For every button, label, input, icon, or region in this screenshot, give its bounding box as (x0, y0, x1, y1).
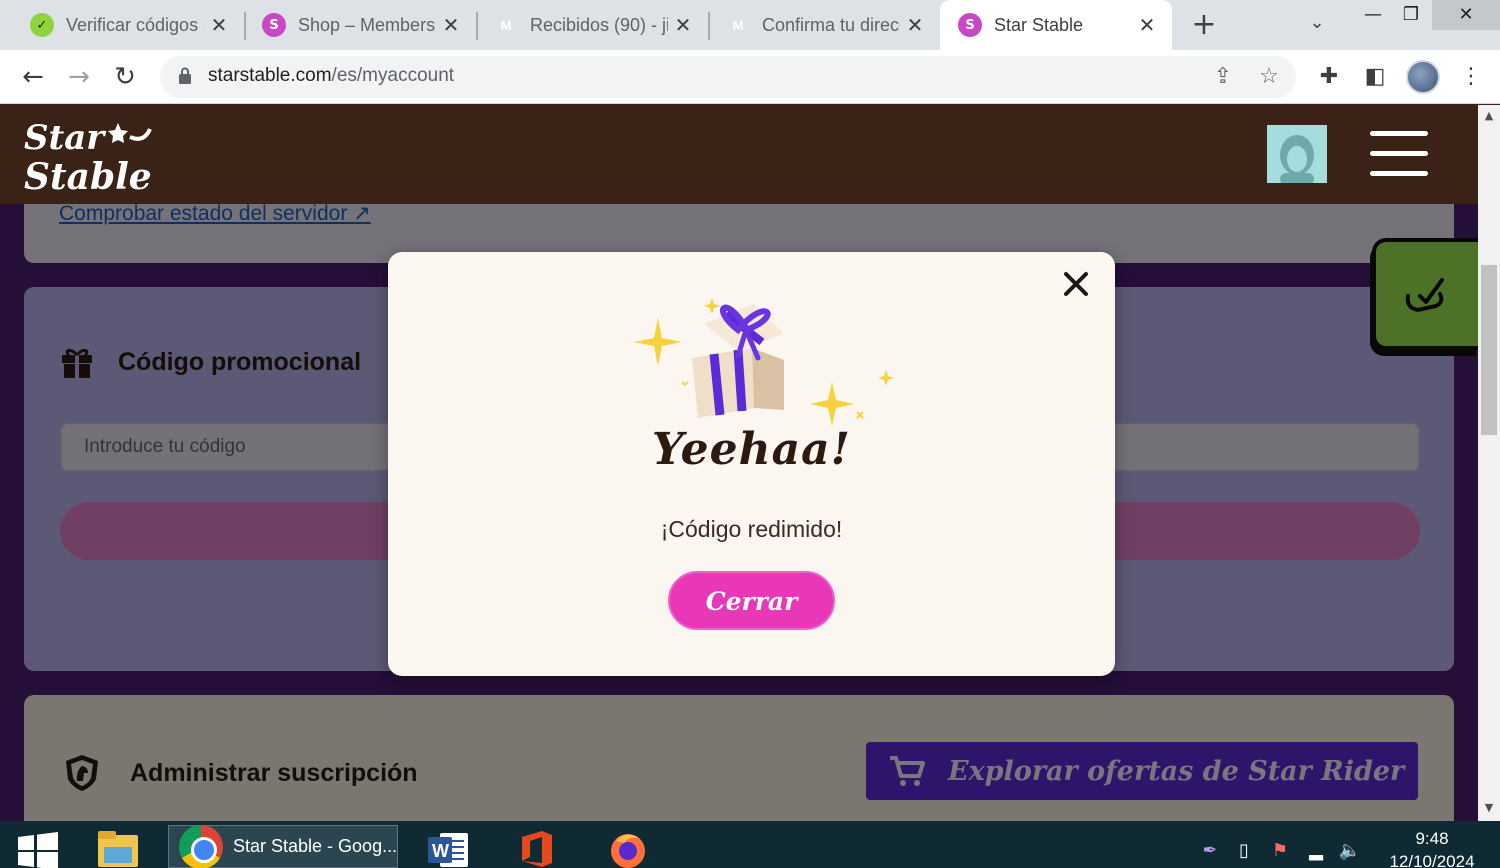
tab-recibidos[interactable]: M Recibidos (90) - jir ✕ (476, 0, 708, 50)
tab-title: Verificar códigos - (66, 14, 204, 35)
scroll-up-icon[interactable]: ▲ (1478, 107, 1500, 125)
taskbar-chrome-button[interactable]: Star Stable - Goog... (168, 824, 398, 868)
battery-tray-icon[interactable]: ▯ (1232, 839, 1256, 863)
lock-icon (179, 67, 191, 84)
url-host: starstable.com (208, 65, 332, 86)
close-icon[interactable]: ✕ (672, 14, 694, 36)
tab-shop-membership[interactable]: S Shop – Membership ✕ (244, 0, 476, 50)
close-dialog-button[interactable]: Cerrar (668, 571, 835, 630)
windows-start-icon[interactable] (18, 831, 58, 868)
gmail-icon: M (732, 17, 744, 33)
hamburger-menu-icon[interactable] (1370, 131, 1428, 177)
taskbar-chrome-label: Star Stable - Goog... (233, 836, 398, 856)
forward-arrow-icon[interactable]: → (62, 60, 96, 94)
star-stable-icon: S (958, 13, 982, 37)
side-panel-icon[interactable]: ◧ (1360, 62, 1390, 92)
volume-icon[interactable]: 🔈 (1338, 839, 1362, 863)
star-stable-icon: S (262, 13, 286, 37)
share-icon[interactable]: ⇪ (1210, 64, 1236, 90)
code-redeemed-dialog: Yeehaa! ¡Código redimido! Cerrar (388, 252, 1115, 676)
close-icon[interactable]: ✕ (208, 14, 230, 36)
back-arrow-icon[interactable]: ← (16, 60, 50, 94)
dialog-title: Yeehaa! (652, 424, 851, 475)
window-close-icon[interactable]: ✕ (1432, 0, 1500, 30)
address-bar[interactable]: starstable.com/es/myaccount ⇪ ☆ (160, 56, 1296, 98)
tab-search-chevron-icon[interactable]: ⌄ (1302, 12, 1332, 40)
user-avatar[interactable] (1267, 125, 1327, 183)
network-signal-icon[interactable]: ▂ (1304, 839, 1328, 863)
star-stable-logo[interactable]: Star Stable (22, 115, 158, 195)
clock-date[interactable]: 12/10/2024 (1384, 852, 1480, 868)
new-tab-button[interactable]: + (1188, 10, 1220, 42)
windows-taskbar: Star Stable - Goog... W ✒ ▯ ⚑ ▂ 🔈 9:48 1… (0, 821, 1500, 868)
action-center-flag-icon[interactable]: ⚑ (1268, 839, 1292, 863)
chrome-icon (179, 824, 223, 868)
tab-title: Star Stable (994, 14, 1084, 35)
svg-text:Stable: Stable (24, 156, 152, 195)
browser-tab-strip: ✓ Verificar códigos - ✕ S Shop – Members… (0, 0, 1500, 50)
dialog-message: ¡Código redimido! (660, 516, 843, 542)
tab-title: Recibidos (90) - jir (530, 14, 668, 35)
gift-box-sparkles-icon (634, 298, 894, 426)
office-icon[interactable] (516, 829, 560, 868)
url-text: starstable.com/es/myaccount (208, 65, 454, 87)
clock-time[interactable]: 9:48 (1390, 829, 1474, 849)
scroll-thumb[interactable] (1481, 265, 1497, 435)
close-icon[interactable] (1058, 266, 1094, 302)
pen-tray-icon[interactable]: ✒ (1198, 839, 1222, 863)
close-icon[interactable]: ✕ (904, 14, 926, 36)
tab-title: Confirma tu direcci (762, 14, 900, 35)
file-explorer-icon[interactable] (96, 829, 140, 868)
check-icon: ✓ (30, 13, 54, 37)
svg-text:W: W (432, 841, 449, 861)
extensions-puzzle-icon[interactable]: ✚ (1314, 62, 1344, 92)
close-icon[interactable]: ✕ (440, 14, 462, 36)
reload-icon[interactable]: ↻ (108, 60, 142, 94)
tab-verificar-codigos[interactable]: ✓ Verificar códigos - ✕ (12, 0, 244, 50)
page-scrollbar[interactable]: ▲ ▼ (1478, 105, 1500, 821)
profile-avatar[interactable] (1406, 60, 1440, 94)
tab-star-stable[interactable]: S Star Stable ✕ (940, 0, 1172, 50)
restore-icon[interactable]: ❐ (1388, 0, 1434, 30)
avatar-silhouette-icon (1280, 135, 1314, 183)
tab-confirma-direccion[interactable]: M Confirma tu direcci ✕ (708, 0, 940, 50)
browser-toolbar: ← → ↻ starstable.com/es/myaccount ⇪ ☆ ✚ … (0, 50, 1500, 104)
word-icon[interactable]: W (426, 829, 470, 868)
bookmark-star-icon[interactable]: ☆ (1256, 64, 1282, 90)
scroll-down-icon[interactable]: ▼ (1478, 799, 1500, 817)
gmail-icon: M (500, 17, 512, 33)
url-path: /es/myaccount (331, 65, 455, 86)
firefox-icon[interactable] (606, 829, 650, 868)
close-icon[interactable]: ✕ (1136, 14, 1158, 36)
more-menu-icon[interactable]: ⋮ (1456, 62, 1486, 92)
tab-title: Shop – Membership (298, 14, 436, 35)
site-header: Star Stable (0, 105, 1478, 204)
svg-text:Star: Star (24, 118, 106, 158)
